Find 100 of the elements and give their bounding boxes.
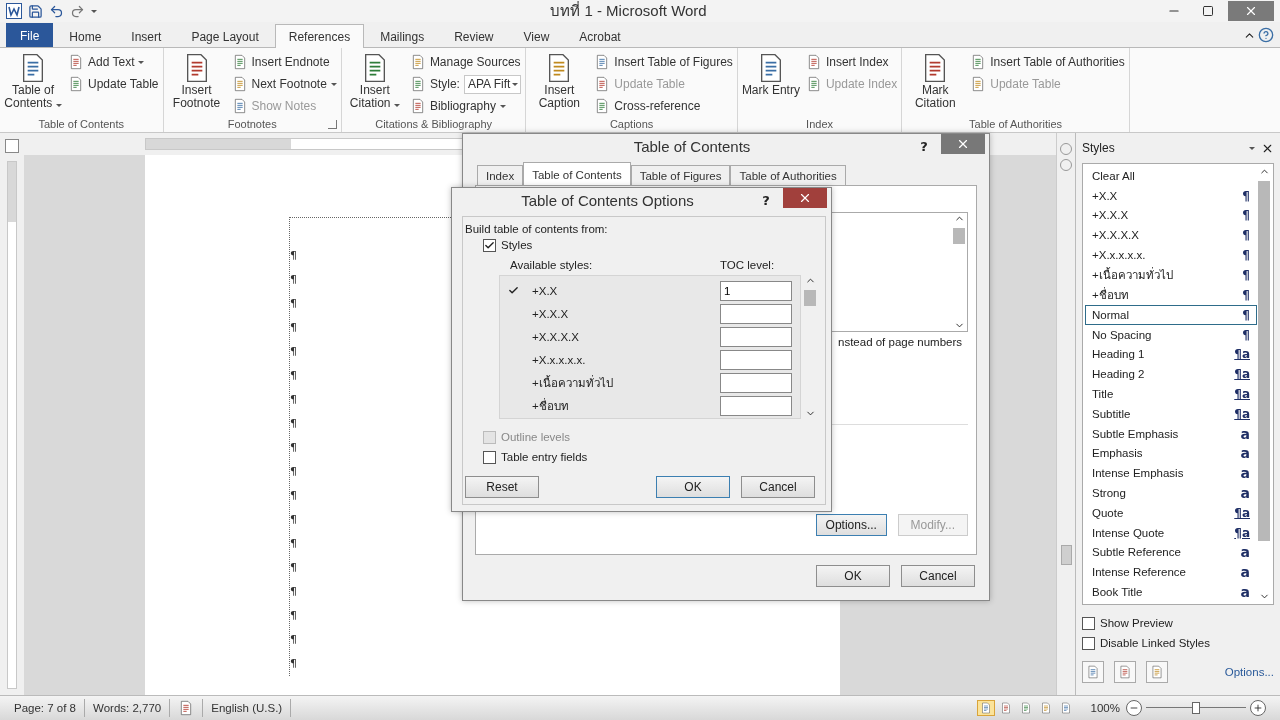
dialog-tab[interactable]: Table of Authorities: [730, 165, 846, 186]
dialog-button[interactable]: OK: [656, 476, 730, 498]
ribbon-button[interactable]: Next Footnote: [231, 74, 337, 94]
toc-level-field[interactable]: [720, 326, 792, 347]
ribbon-button[interactable]: Insert Caption: [530, 50, 589, 116]
dialog-tab[interactable]: Index: [477, 165, 524, 186]
style-type-icon: ¶a: [1234, 347, 1250, 362]
tab-selector[interactable]: [5, 139, 19, 153]
ribbon-button[interactable]: Table of Contents: [4, 50, 62, 116]
style-item[interactable]: Quote ¶a: [1085, 502, 1257, 523]
zoom-thumb[interactable]: [1192, 702, 1200, 714]
style-item[interactable]: Normal ¶: [1085, 305, 1257, 325]
help-icon[interactable]: [1258, 27, 1274, 43]
style-item[interactable]: Clear All: [1085, 166, 1257, 186]
close-button[interactable]: [783, 188, 827, 208]
style-item[interactable]: Intense Emphasis a: [1085, 463, 1257, 484]
style-item[interactable]: +X.X.X.X ¶: [1085, 225, 1257, 246]
toc-level-field[interactable]: 1: [720, 280, 792, 301]
style-item[interactable]: Book Title a: [1085, 582, 1257, 602]
style-item[interactable]: Heading 2 ¶a: [1085, 364, 1257, 385]
help-button[interactable]: ?: [755, 192, 777, 208]
document-icon: [999, 702, 1012, 714]
ribbon-tab[interactable]: File: [6, 23, 54, 47]
ribbon-button[interactable]: Add Text: [68, 52, 159, 72]
ribbon-button[interactable]: Mark Entry: [741, 50, 800, 116]
ribbon-tab[interactable]: Acrobat: [565, 25, 635, 47]
style-item[interactable]: +X.X.X ¶: [1085, 205, 1257, 226]
style-item[interactable]: Subtle Reference a: [1085, 542, 1257, 563]
style-item[interactable]: Intense Quote ¶a: [1085, 522, 1257, 543]
ribbon-tab[interactable]: Insert: [117, 25, 176, 47]
ribbon-tab[interactable]: Review: [440, 25, 508, 47]
word-count[interactable]: Words: 2,770: [85, 699, 171, 717]
style-inspector-button[interactable]: [1114, 661, 1136, 683]
style-dropdown[interactable]: APA Fift: [463, 74, 522, 94]
ribbon-tab[interactable]: Page Layout: [177, 25, 273, 47]
ribbon-button[interactable]: Insert Endnote: [231, 52, 337, 72]
caret-icon[interactable]: [91, 9, 97, 13]
help-button[interactable]: ?: [913, 138, 935, 154]
style-item[interactable]: +X.X ¶: [1085, 185, 1257, 206]
dialog-launcher-icon[interactable]: [327, 120, 337, 129]
toc-level-field[interactable]: [720, 395, 792, 416]
checkbox[interactable]: [483, 238, 496, 252]
language[interactable]: English (U.S.): [203, 699, 292, 717]
caret-icon[interactable]: [1249, 146, 1255, 150]
ribbon-button[interactable]: Cross-reference: [594, 96, 733, 116]
new-style-button[interactable]: [1082, 661, 1104, 683]
zoom-out-button[interactable]: [1126, 700, 1142, 716]
checkbox[interactable]: [483, 450, 496, 464]
dialog-button[interactable]: Cancel: [741, 476, 815, 498]
ribbon-button[interactable]: Mark Citation: [906, 50, 965, 116]
ribbon-button[interactable]: Insert Table of Authorities: [970, 52, 1125, 72]
style-item[interactable]: +ชื่อบท ¶: [1085, 285, 1257, 305]
close-button[interactable]: [941, 134, 985, 154]
style-item[interactable]: +เนื้อความทั่วไป ¶: [1085, 265, 1257, 285]
options-link[interactable]: Options...: [1224, 666, 1274, 678]
ribbon-button[interactable]: Manage Sources: [409, 52, 522, 72]
dialog-button[interactable]: Cancel: [901, 565, 975, 587]
ribbon-tab[interactable]: View: [509, 25, 564, 47]
toc-level-field[interactable]: [720, 303, 792, 324]
checkbox[interactable]: [1082, 636, 1095, 650]
checkbox[interactable]: [1082, 616, 1095, 630]
style-item[interactable]: Heading 1 ¶a: [1085, 344, 1257, 365]
style-item[interactable]: Subtitle ¶a: [1085, 403, 1257, 424]
zoom-in-button[interactable]: [1250, 700, 1266, 716]
scroll-thumb[interactable]: [1060, 545, 1072, 565]
ribbon-button[interactable]: Update Table: [68, 74, 159, 94]
style-item[interactable]: Emphasis a: [1085, 443, 1257, 464]
dialog-button[interactable]: Reset: [465, 476, 539, 498]
document-icon: [1039, 702, 1052, 714]
close-button[interactable]: [1228, 1, 1274, 21]
ribbon-button[interactable]: Insert Table of Figures: [594, 52, 733, 72]
style-item[interactable]: Intense Reference a: [1085, 562, 1257, 583]
scroll-thumb[interactable]: [804, 290, 816, 306]
save-icon[interactable]: [28, 3, 43, 19]
style-item[interactable]: No Spacing ¶: [1085, 324, 1257, 345]
ribbon-button[interactable]: Insert Footnote: [167, 50, 226, 116]
style-item[interactable]: Subtle Emphasis a: [1085, 423, 1257, 444]
style-item[interactable]: Strong a: [1085, 483, 1257, 503]
zoom-level[interactable]: 100%: [1076, 702, 1126, 714]
ribbon-tab[interactable]: Home: [55, 25, 116, 47]
style-item[interactable]: +X.x.x.x.x. ¶: [1085, 245, 1257, 265]
ribbon-button[interactable]: Insert Index: [805, 52, 898, 72]
ribbon-button[interactable]: Bibliography: [409, 96, 522, 116]
dialog-tab[interactable]: Table of Contents: [523, 162, 631, 186]
view-button[interactable]: [976, 700, 995, 716]
ribbon-tab[interactable]: References: [274, 24, 365, 48]
toc-level-field[interactable]: [720, 372, 792, 393]
dialog-button[interactable]: OK: [816, 565, 890, 587]
ribbon-tab[interactable]: Mailings: [366, 25, 439, 47]
style-item[interactable]: Title ¶a: [1085, 384, 1257, 404]
manage-styles-button[interactable]: [1146, 661, 1168, 683]
page-count[interactable]: Page: 7 of 8: [6, 699, 86, 717]
paragraph-mark: ¶: [290, 536, 298, 552]
undo-icon[interactable]: [49, 3, 64, 19]
scroll-thumb[interactable]: [953, 228, 965, 244]
scroll-thumb[interactable]: [1258, 181, 1270, 541]
dialog-button[interactable]: Options...: [816, 514, 887, 536]
ribbon-button[interactable]: Insert Citation: [345, 50, 404, 116]
redo-icon[interactable]: [70, 3, 85, 19]
toc-level-field[interactable]: [720, 349, 792, 370]
